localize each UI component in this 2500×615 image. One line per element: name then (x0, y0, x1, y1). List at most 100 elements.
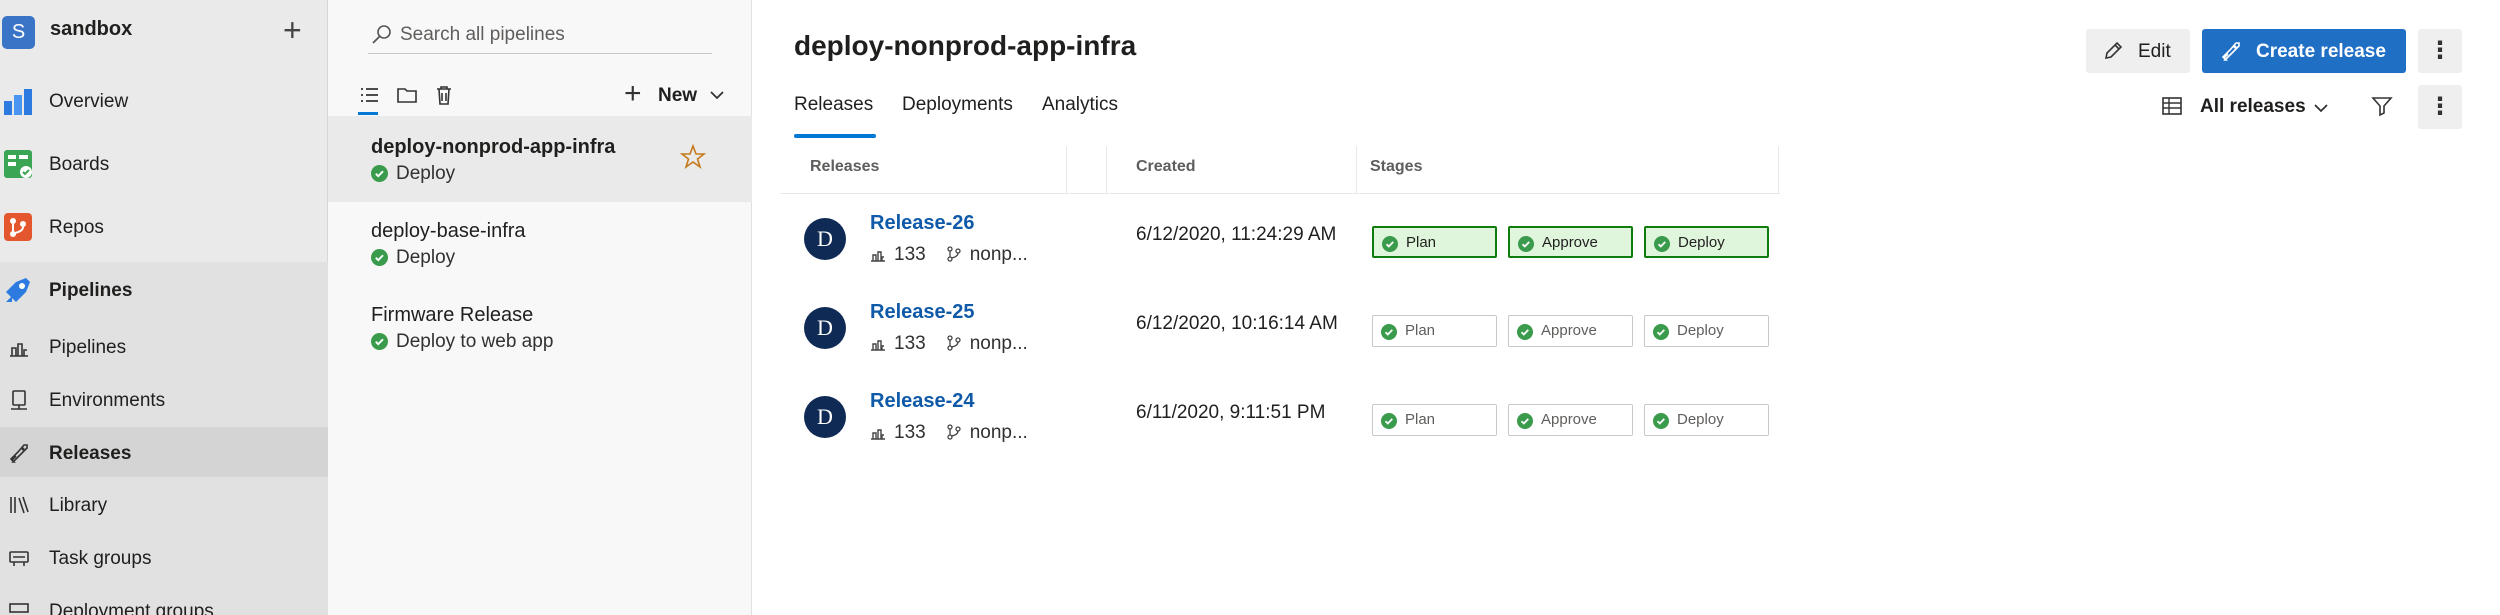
filter-icon[interactable] (2370, 94, 2394, 118)
create-release-label: Create release (2256, 41, 2386, 62)
trash-icon[interactable] (433, 84, 455, 106)
build-icon (871, 251, 885, 262)
more-actions-button[interactable]: ⋮ (2418, 29, 2462, 73)
list-view-icon[interactable] (358, 84, 380, 106)
pipeline-name: deploy-base-infra (371, 220, 526, 242)
release-meta: 133 nonp... (870, 422, 1028, 444)
nav-item-boards[interactable]: Boards (0, 138, 328, 188)
table-row[interactable]: D Release-26 133 nonp... 6/12/2020, 11:24… (780, 206, 1780, 295)
table-row[interactable]: D Release-25 133 nonp... 6/12/2020, 10:16… (780, 295, 1780, 384)
created-timestamp: 6/12/2020, 11:24:29 AM (1136, 224, 1337, 245)
branch-icon (947, 335, 961, 351)
nav-sub-item-environments[interactable]: Environments (0, 374, 328, 424)
library-icon (10, 496, 29, 514)
success-check-icon (371, 249, 388, 266)
nav-item-label: Pipelines (49, 280, 133, 301)
branch-icon (947, 246, 961, 262)
column-separator (1106, 146, 1107, 194)
avatar: D (804, 218, 846, 260)
left-navigation: S sandbox + Overview Boards Repos Pipeli… (0, 0, 328, 615)
deployment-groups-icon (9, 603, 29, 613)
chevron-down-icon (2314, 104, 2328, 113)
active-tab-indicator (794, 134, 876, 138)
repos-icon (4, 213, 32, 241)
pipelines-sub-icon (10, 343, 28, 357)
pipeline-list-panel: + New deploy-nonprod-app-infra Deploy de… (328, 0, 752, 615)
nav-item-repos[interactable]: Repos (0, 201, 328, 251)
more-options-button[interactable]: ⋮ (2418, 85, 2462, 129)
create-release-button[interactable]: Create release (2202, 29, 2406, 73)
branch-name: nonp... (969, 422, 1028, 443)
search-box[interactable] (368, 18, 712, 54)
created-timestamp: 6/12/2020, 10:16:14 AM (1136, 313, 1338, 334)
stage-plan[interactable]: Plan (1372, 404, 1497, 436)
search-input[interactable] (400, 20, 700, 50)
tab-releases[interactable]: Releases (794, 94, 873, 116)
tab-analytics[interactable]: Analytics (1042, 94, 1118, 116)
star-favorite-icon[interactable] (680, 144, 706, 170)
release-filter-dropdown[interactable]: All releases (2160, 88, 2340, 126)
stage-deploy[interactable]: Deploy (1644, 315, 1769, 347)
pipeline-item-firmware-release[interactable]: Firmware Release Deploy to web app (328, 284, 752, 370)
build-number: 133 (894, 244, 926, 265)
nav-sub-item-releases[interactable]: Releases (0, 427, 328, 477)
new-pipeline-button[interactable]: + New (624, 78, 734, 112)
page-title: deploy-nonprod-app-infra (794, 30, 1137, 61)
pipeline-item-deploy-nonprod-app-infra[interactable]: deploy-nonprod-app-infra Deploy (328, 116, 752, 202)
pipeline-status: Deploy (371, 163, 455, 185)
column-header-created[interactable]: Created (1136, 158, 1196, 176)
pipeline-item-deploy-base-infra[interactable]: deploy-base-infra Deploy (328, 200, 752, 286)
nav-item-label: Releases (49, 443, 132, 464)
release-name-link[interactable]: Release-24 (870, 390, 975, 413)
nav-item-label: Environments (49, 390, 166, 411)
column-header-releases[interactable]: Releases (810, 158, 879, 176)
rocket-icon (2221, 42, 2240, 61)
search-icon (372, 25, 391, 44)
branch-name: nonp... (969, 244, 1028, 265)
plus-icon: + (624, 77, 642, 110)
new-button-label: New (658, 85, 698, 106)
boards-icon (4, 150, 32, 178)
release-name-link[interactable]: Release-26 (870, 212, 975, 235)
org-name[interactable]: sandbox (50, 18, 132, 41)
stage-approve[interactable]: Approve (1508, 404, 1633, 436)
column-separator (1778, 146, 1779, 194)
stage-approve[interactable]: Approve (1508, 226, 1633, 258)
stage-deploy[interactable]: Deploy (1644, 226, 1769, 258)
pipeline-name: deploy-nonprod-app-infra (371, 136, 616, 158)
stage-plan[interactable]: Plan (1372, 315, 1497, 347)
nav-sub-item-task-groups[interactable]: Task groups (0, 532, 328, 582)
stage-plan[interactable]: Plan (1372, 226, 1497, 258)
tab-deployments[interactable]: Deployments (902, 94, 1013, 116)
table-icon (2162, 97, 2182, 115)
table-row[interactable]: D Release-24 133 nonp... 6/11/2020, 9:11:… (780, 384, 1780, 473)
org-header[interactable]: S sandbox + (0, 12, 328, 50)
nav-item-overview[interactable]: Overview (0, 75, 328, 125)
success-check-icon (1517, 413, 1533, 429)
branch-icon (947, 424, 961, 440)
build-number: 133 (894, 422, 926, 443)
folder-view-icon[interactable] (396, 84, 418, 106)
plus-icon[interactable]: + (283, 12, 302, 48)
pipelines-icon (6, 278, 30, 302)
environments-icon (11, 390, 27, 410)
edit-button-label: Edit (2138, 41, 2171, 62)
releases-table-header: Releases Created Stages (780, 146, 1780, 194)
stage-approve[interactable]: Approve (1508, 315, 1633, 347)
build-icon (871, 429, 885, 440)
nav-sub-item-library[interactable]: Library (0, 479, 328, 529)
nav-sub-item-deployment-groups[interactable]: Deployment groups (0, 585, 328, 615)
nav-item-label: Task groups (49, 548, 152, 569)
stage-deploy[interactable]: Deploy (1644, 404, 1769, 436)
column-separator (1356, 146, 1357, 194)
created-timestamp: 6/11/2020, 9:11:51 PM (1136, 402, 1326, 423)
success-check-icon (1518, 236, 1534, 252)
nav-item-pipelines[interactable]: Pipelines (0, 264, 328, 314)
active-view-indicator (358, 112, 378, 115)
release-name-link[interactable]: Release-25 (870, 301, 975, 324)
pipeline-status: Deploy to web app (371, 331, 553, 353)
edit-button[interactable]: Edit (2086, 29, 2190, 73)
pipeline-name: Firmware Release (371, 304, 534, 326)
column-header-stages[interactable]: Stages (1370, 158, 1422, 176)
nav-sub-item-pipelines[interactable]: Pipelines (0, 321, 328, 371)
